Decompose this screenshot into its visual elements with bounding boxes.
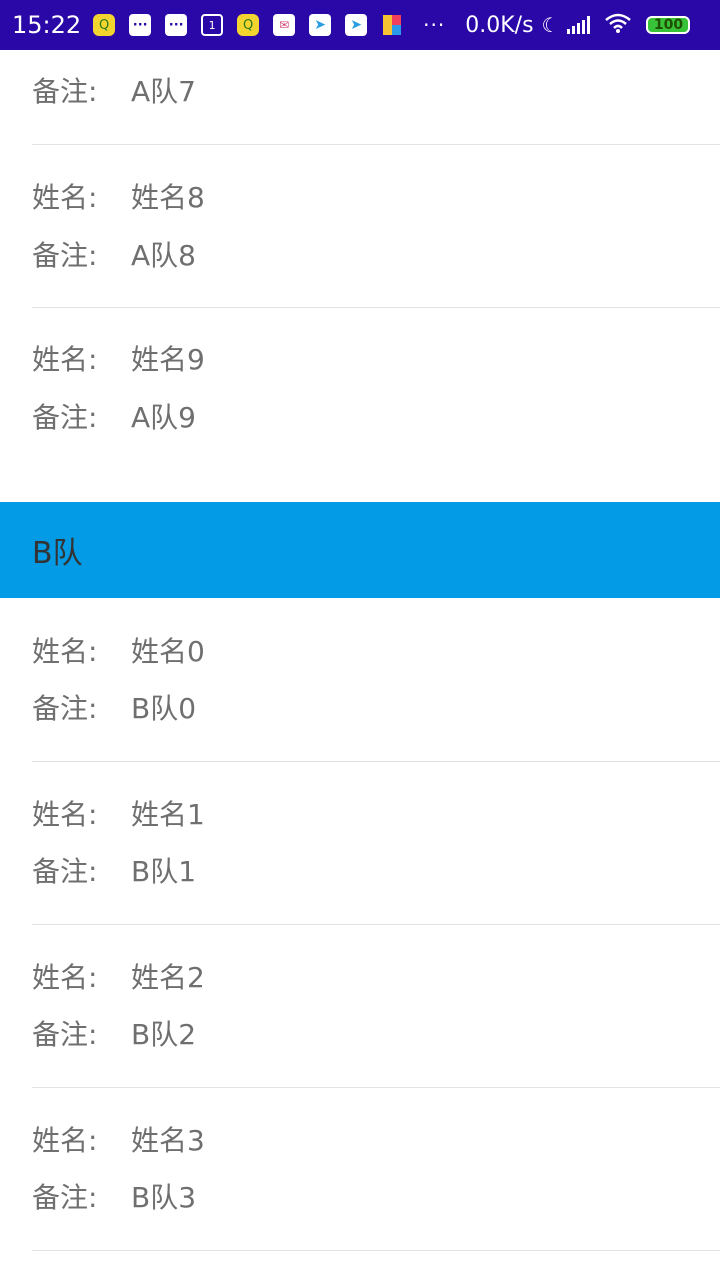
list-item-remark[interactable]: 备注: B队2 — [32, 1017, 196, 1053]
name-label: 姓名: — [32, 343, 98, 376]
remark-label: 备注: — [32, 1018, 98, 1051]
divider — [32, 1250, 720, 1251]
name-label: 姓名: — [32, 1124, 98, 1157]
name-label: 姓名: — [32, 961, 98, 994]
telegram-icon: ➤ — [309, 14, 332, 36]
remark-value: B队3 — [131, 1181, 197, 1214]
list-item-name[interactable]: 姓名: 姓名1 — [32, 797, 205, 833]
remark-value: A队9 — [131, 401, 196, 434]
remark-label: 备注: — [32, 75, 98, 108]
status-time: 15:22 — [12, 11, 82, 39]
name-label: 姓名: — [32, 798, 98, 831]
name-value: 姓名9 — [131, 343, 205, 376]
message-icon: ··· — [165, 14, 188, 36]
remark-label: 备注: — [32, 239, 98, 272]
list-item-remark[interactable]: 备注: B队0 — [32, 691, 196, 727]
calendar-icon: 1 — [201, 14, 224, 36]
divider — [32, 761, 720, 762]
name-value: 姓名2 — [131, 961, 205, 994]
name-value: 姓名1 — [131, 798, 205, 831]
list-item-remark[interactable]: 备注: A队9 — [32, 400, 196, 436]
wifi-icon — [604, 13, 632, 38]
remark-value: A队8 — [131, 239, 196, 272]
name-value: 姓名0 — [131, 635, 205, 668]
divider — [32, 1087, 720, 1088]
battery-icon: 100 — [646, 16, 691, 34]
more-notifications-icon: ··· — [423, 13, 446, 37]
qq-icon: Q — [237, 14, 260, 36]
list-item-name[interactable]: 姓名: 姓名0 — [32, 634, 205, 670]
remark-label: 备注: — [32, 855, 98, 888]
notification-icons: Q ··· ··· 1 Q ✉ ➤ ➤ — [93, 14, 417, 36]
divider — [32, 924, 720, 925]
name-label: 姓名: — [32, 181, 98, 214]
name-value: 姓名8 — [131, 181, 205, 214]
list-item-name[interactable]: 姓名: 姓名3 — [32, 1123, 205, 1159]
mail-icon: ✉ — [273, 14, 296, 36]
remark-label: 备注: — [32, 1181, 98, 1214]
remark-value: A队7 — [131, 75, 196, 108]
remark-value: B队0 — [131, 692, 197, 725]
remark-label: 备注: — [32, 692, 98, 725]
list-item-remark[interactable]: 备注: B队3 — [32, 1180, 196, 1216]
telegram-icon: ➤ — [345, 14, 368, 36]
signal-icon — [567, 16, 592, 34]
divider — [32, 307, 720, 308]
remark-value: B队1 — [131, 855, 197, 888]
list-item-name[interactable]: 姓名: 姓名9 — [32, 342, 205, 378]
kite-app-icon — [381, 14, 403, 36]
list-item-name[interactable]: 姓名: 姓名8 — [32, 180, 205, 216]
message-icon: ··· — [129, 14, 152, 36]
moon-icon: ☾ — [541, 13, 560, 37]
status-bar: 15:22 Q ··· ··· 1 Q ✉ ➤ ➤ ··· 0.0K/s ☾ 1… — [0, 0, 720, 50]
network-speed: 0.0K/s — [465, 12, 534, 38]
list-item-name[interactable]: 姓名: 姓名2 — [32, 960, 205, 996]
name-label: 姓名: — [32, 635, 98, 668]
list-item-remark[interactable]: 备注: A队8 — [32, 238, 196, 274]
divider — [32, 144, 720, 145]
name-value: 姓名3 — [131, 1124, 205, 1157]
remark-value: B队2 — [131, 1018, 197, 1051]
remark-label: 备注: — [32, 401, 98, 434]
list-item-remark[interactable]: 备注: B队1 — [32, 854, 196, 890]
qq-icon: Q — [93, 14, 116, 36]
list-item-remark[interactable]: 备注: A队7 — [32, 74, 196, 110]
section-header-b: B队 — [0, 502, 720, 598]
